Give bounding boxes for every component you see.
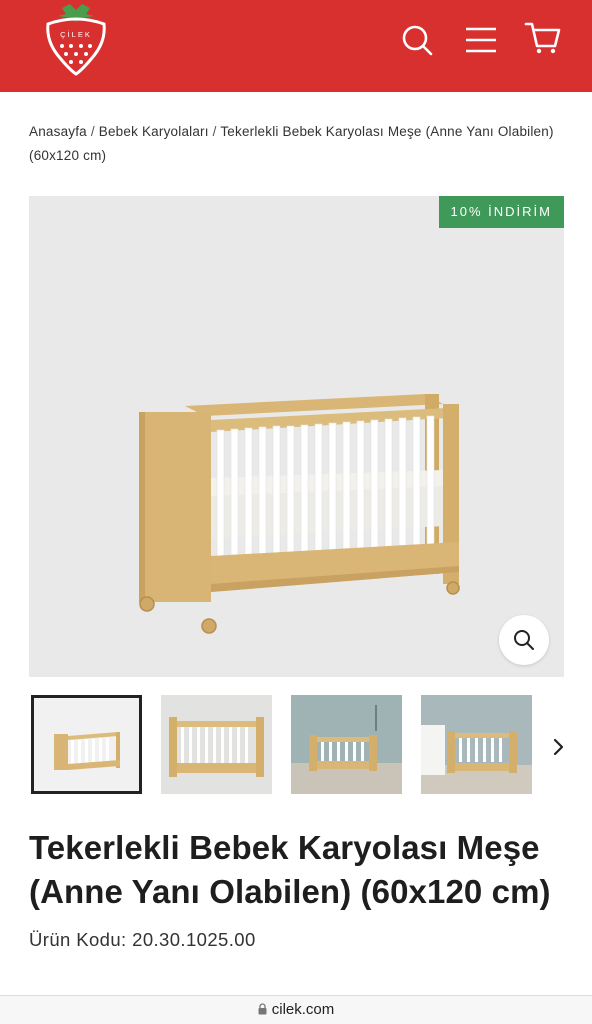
- product-image-main[interactable]: 10% İNDİRİM: [29, 196, 564, 677]
- strawberry-logo-icon: ÇİLEK: [46, 4, 106, 76]
- thumbnail-3[interactable]: [291, 695, 402, 794]
- brand-letters: ÇİLEK: [60, 30, 92, 39]
- chevron-right-icon: [553, 738, 564, 756]
- search-icon: [402, 25, 433, 56]
- thumbnail-next-button[interactable]: [546, 734, 572, 760]
- zoom-icon: [514, 630, 534, 650]
- crib-image: [139, 394, 460, 634]
- crib-thumbnail-image: [34, 698, 139, 791]
- product-sku: Ürün Kodu: 20.30.1025.00: [29, 929, 256, 951]
- lock-icon: [258, 1003, 267, 1015]
- sku-label: Ürün Kodu:: [29, 929, 127, 950]
- cart-icon: [524, 22, 561, 54]
- cart-button[interactable]: [523, 20, 563, 60]
- thumbnail-4[interactable]: [421, 695, 532, 794]
- crib-front-thumbnail-image: [161, 695, 272, 794]
- menu-icon: [466, 27, 496, 53]
- thumbnail-strip: [29, 695, 589, 795]
- brand-logo[interactable]: ÇİLEK: [42, 2, 110, 76]
- thumbnail-2[interactable]: [161, 695, 272, 794]
- crib-bedside-thumbnail-image: [421, 695, 532, 794]
- zoom-button[interactable]: [499, 615, 549, 665]
- breadcrumb-category[interactable]: Bebek Karyolaları: [99, 124, 209, 139]
- breadcrumb-separator: /: [90, 124, 95, 139]
- site-header: ÇİLEK: [0, 0, 592, 92]
- discount-badge: 10% İNDİRİM: [438, 196, 564, 228]
- menu-button[interactable]: [461, 20, 501, 60]
- breadcrumb-separator: /: [212, 124, 217, 139]
- product-title: Tekerlekli Bebek Karyolası Meşe (Anne Ya…: [29, 829, 551, 910]
- url-text: cilek.com: [271, 1001, 335, 1018]
- crib-room-thumbnail-image: [291, 695, 402, 794]
- breadcrumb: Anasayfa / Bebek Karyolaları / Tekerlekl…: [29, 120, 564, 168]
- sku-value: 20.30.1025.00: [132, 929, 256, 950]
- breadcrumb-home[interactable]: Anasayfa: [29, 124, 87, 139]
- search-button[interactable]: [397, 20, 437, 60]
- thumbnail-1[interactable]: [31, 695, 142, 794]
- browser-url-bar[interactable]: cilek.com: [0, 995, 592, 1024]
